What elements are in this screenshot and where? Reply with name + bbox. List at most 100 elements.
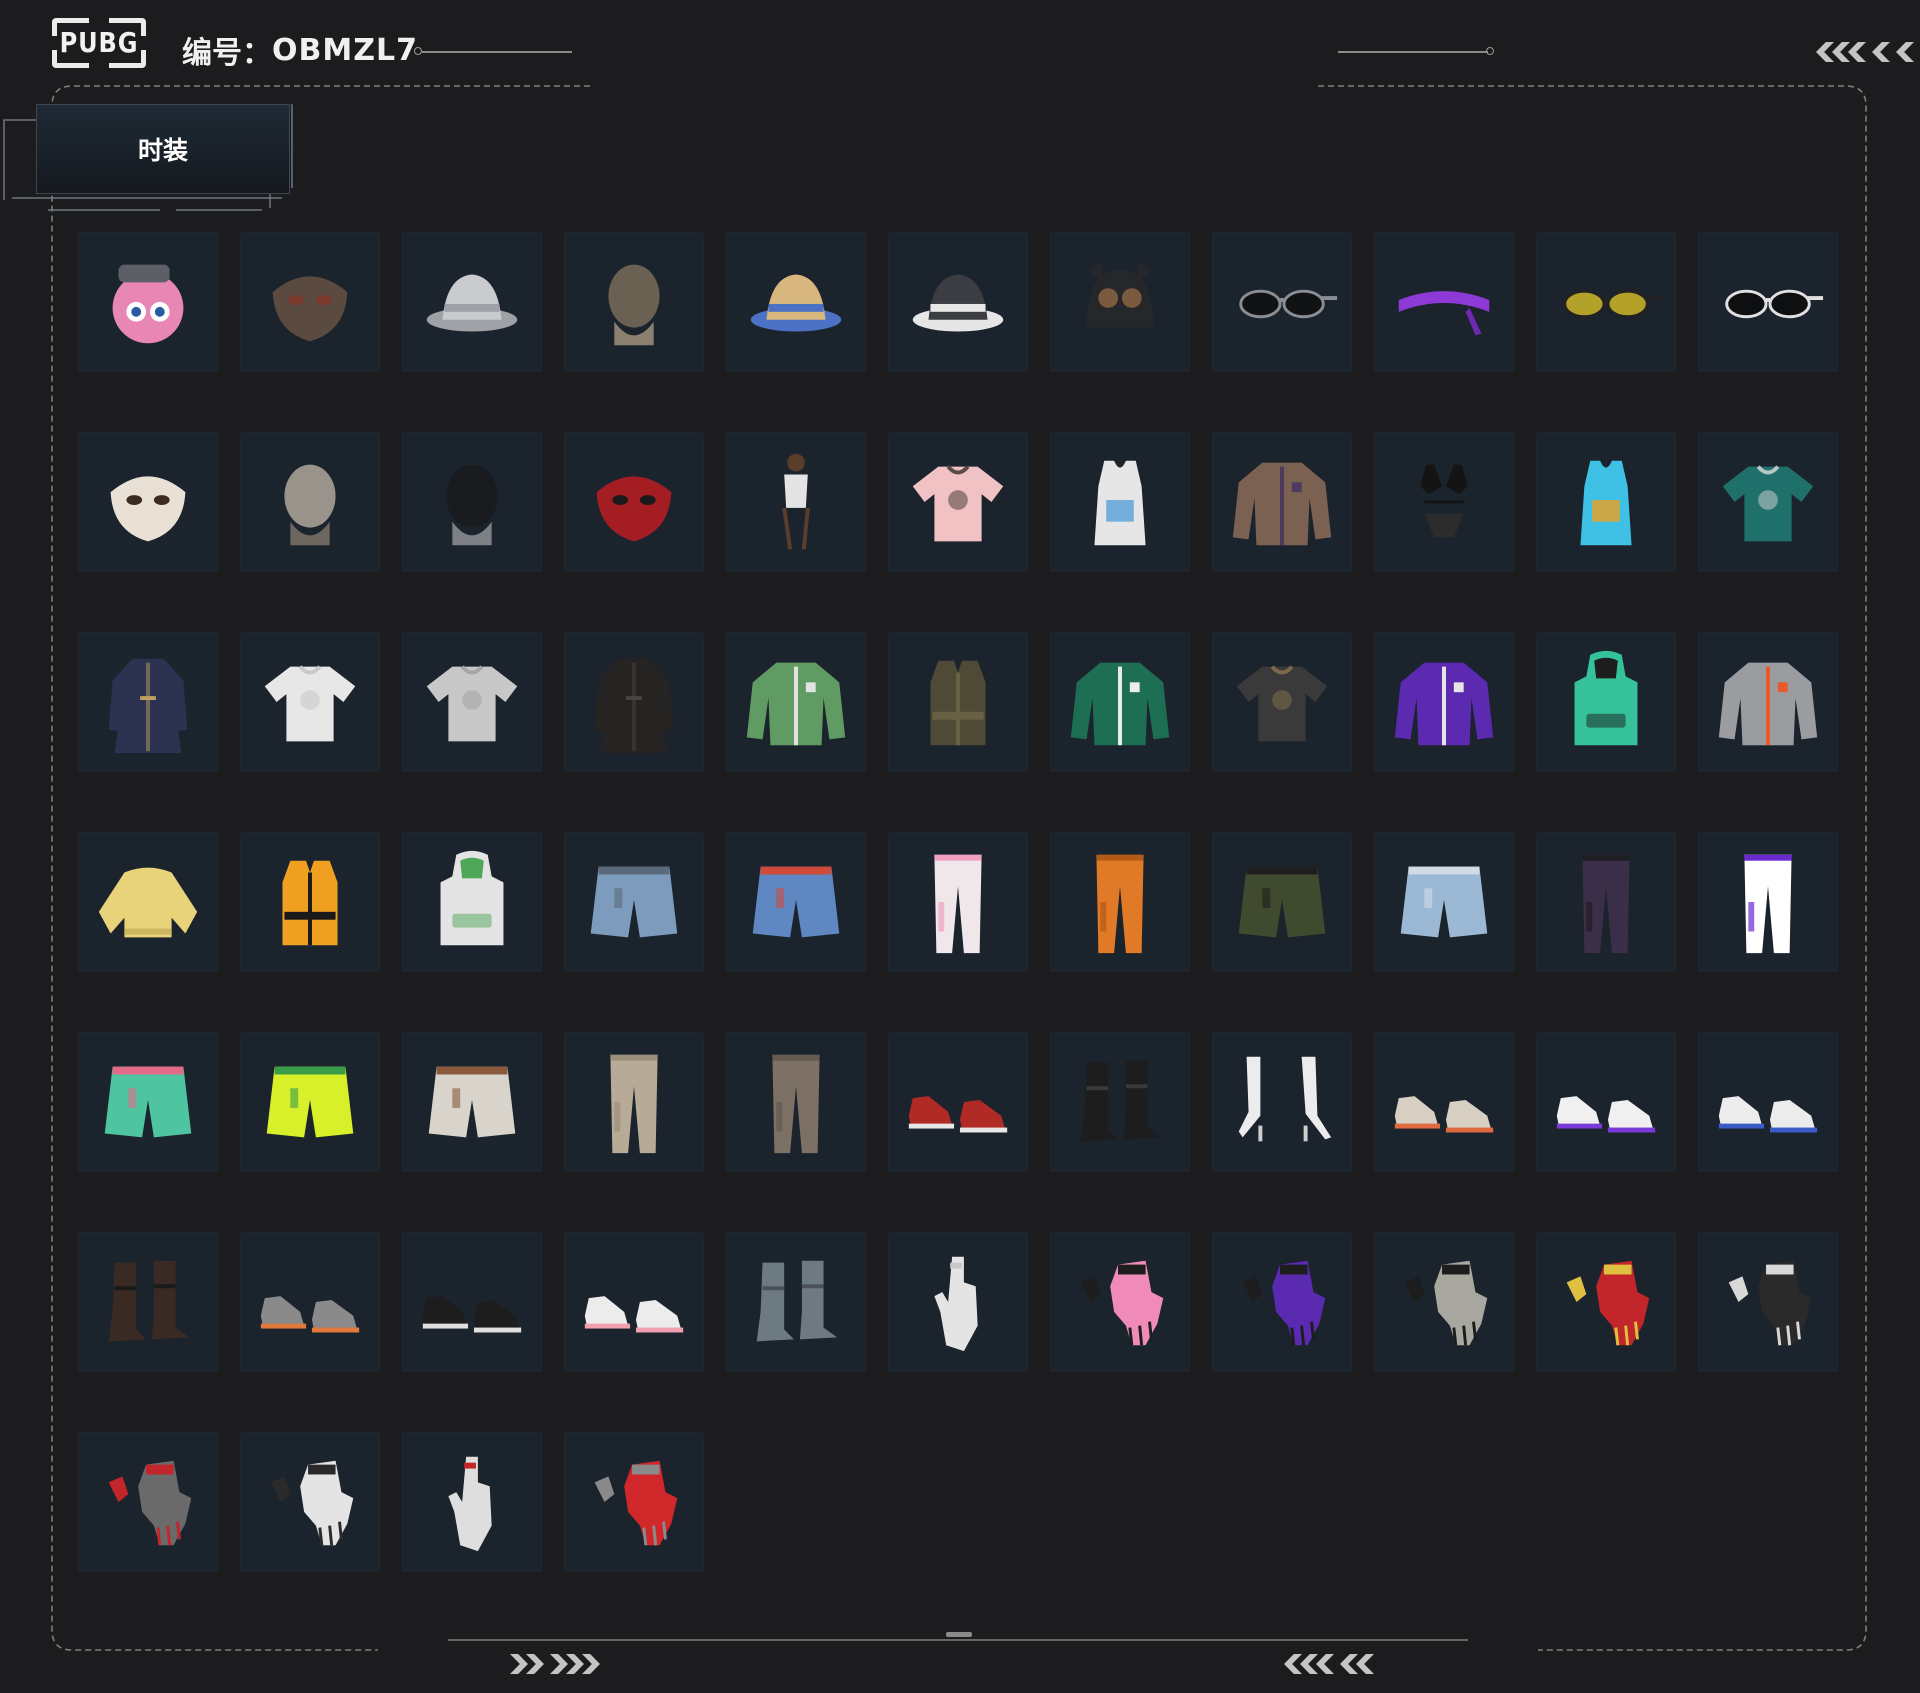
- item-slot[interactable]: [78, 1032, 218, 1172]
- purple-jacket-icon: [1394, 662, 1494, 746]
- item-slot[interactable]: [1050, 232, 1190, 372]
- item-slot[interactable]: [402, 1232, 542, 1372]
- item-slot[interactable]: [1536, 1232, 1676, 1372]
- hawaiian-shirt-icon: [1722, 465, 1814, 542]
- item-slot[interactable]: [726, 232, 866, 372]
- pink-gloves-icon: [1080, 1260, 1164, 1346]
- item-slot[interactable]: [888, 432, 1028, 572]
- item-slot[interactable]: [888, 1032, 1028, 1172]
- white-heels-icon: [1238, 1056, 1332, 1142]
- item-slot[interactable]: [564, 632, 704, 772]
- item-slot[interactable]: [888, 632, 1028, 772]
- item-slot[interactable]: [402, 832, 542, 972]
- item-slot[interactable]: [1050, 1232, 1190, 1372]
- item-slot[interactable]: [1698, 232, 1838, 372]
- item-slot[interactable]: [78, 832, 218, 972]
- cute-mask-icon: [110, 476, 186, 542]
- item-slot[interactable]: [240, 632, 380, 772]
- work-boots-icon: [756, 1260, 838, 1342]
- item-slot[interactable]: [1698, 632, 1838, 772]
- moto-gloves-icon: [594, 1460, 678, 1546]
- item-slot[interactable]: [1212, 1232, 1352, 1372]
- item-slot[interactable]: [402, 1432, 542, 1572]
- item-slot[interactable]: [78, 232, 218, 372]
- item-slot[interactable]: [402, 632, 542, 772]
- item-slot[interactable]: [1536, 232, 1676, 372]
- item-slot[interactable]: [240, 432, 380, 572]
- item-slot[interactable]: [1212, 832, 1352, 972]
- item-slot[interactable]: [564, 432, 704, 572]
- item-slot[interactable]: [564, 1232, 704, 1372]
- item-slot[interactable]: [240, 1432, 380, 1572]
- item-slot[interactable]: [1212, 1032, 1352, 1172]
- tank-top-icon: [1094, 460, 1146, 546]
- item-slot[interactable]: [402, 1032, 542, 1172]
- item-slot[interactable]: [564, 832, 704, 972]
- item-slot[interactable]: [1374, 1032, 1514, 1172]
- chevron-left-icon: [1284, 1654, 1374, 1674]
- item-slot[interactable]: [1536, 632, 1676, 772]
- item-slot[interactable]: [78, 432, 218, 572]
- item-slot[interactable]: [402, 432, 542, 572]
- item-slot[interactable]: [1536, 1032, 1676, 1172]
- item-slot[interactable]: [1212, 232, 1352, 372]
- silver-jacket-icon: [1718, 662, 1818, 746]
- item-slot[interactable]: [1536, 832, 1676, 972]
- laced-boots-icon: [108, 1260, 190, 1342]
- fuzzy-sweater-icon: [98, 867, 198, 938]
- item-slot[interactable]: [1698, 1232, 1838, 1372]
- white-sunglasses-icon: [1725, 289, 1824, 319]
- green-cardigan-icon: [746, 662, 846, 746]
- bracelet-hand-icon: [448, 1456, 492, 1552]
- item-slot[interactable]: [78, 632, 218, 772]
- item-slot[interactable]: [1212, 632, 1352, 772]
- item-slot[interactable]: [564, 1432, 704, 1572]
- item-slot[interactable]: [240, 1032, 380, 1172]
- item-slot[interactable]: [240, 832, 380, 972]
- tab-fashion[interactable]: 时装: [36, 104, 290, 194]
- item-slot[interactable]: [1050, 432, 1190, 572]
- swimsuit-icon: [782, 453, 810, 550]
- item-slot[interactable]: [1698, 1032, 1838, 1172]
- cargo-shorts-icon: [1238, 866, 1326, 938]
- item-slot[interactable]: [1050, 632, 1190, 772]
- item-slot[interactable]: [726, 1032, 866, 1172]
- pink-tshirt-icon: [912, 465, 1004, 542]
- item-slot[interactable]: [1536, 432, 1676, 572]
- white-tshirt-icon: [264, 665, 356, 742]
- item-slot[interactable]: [564, 232, 704, 372]
- item-slot[interactable]: [402, 232, 542, 372]
- item-slot[interactable]: [1374, 832, 1514, 972]
- item-slot[interactable]: [888, 832, 1028, 972]
- item-slot[interactable]: [1050, 1032, 1190, 1172]
- item-slot[interactable]: [726, 832, 866, 972]
- item-slot[interactable]: [1212, 432, 1352, 572]
- shark-hat-icon: [912, 274, 1004, 332]
- leather-coat-icon: [594, 658, 674, 754]
- item-slot[interactable]: [78, 1232, 218, 1372]
- item-slot[interactable]: [78, 1432, 218, 1572]
- item-slot[interactable]: [1698, 832, 1838, 972]
- item-slot[interactable]: [1374, 632, 1514, 772]
- item-slot[interactable]: [1374, 232, 1514, 372]
- bald-head-icon: [284, 464, 336, 546]
- item-slot[interactable]: [240, 1232, 380, 1372]
- item-slot[interactable]: [888, 232, 1028, 372]
- item-slot[interactable]: [1374, 1232, 1514, 1372]
- high-top-sneakers-icon: [1718, 1096, 1818, 1133]
- item-slot[interactable]: [1374, 432, 1514, 572]
- item-slot[interactable]: [726, 632, 866, 772]
- item-slot[interactable]: [1698, 432, 1838, 572]
- tab-fashion-label: 时装: [137, 136, 188, 165]
- item-slot[interactable]: [726, 432, 866, 572]
- item-slot[interactable]: [564, 1032, 704, 1172]
- item-slot[interactable]: [1050, 832, 1190, 972]
- straw-hat-icon: [750, 274, 842, 332]
- red-boots-icon: [908, 1096, 1008, 1133]
- beige-pants-icon: [610, 1054, 658, 1154]
- item-slot[interactable]: [240, 232, 380, 372]
- rag-mask-icon: [272, 276, 348, 342]
- item-slot[interactable]: [888, 1232, 1028, 1372]
- item-slot[interactable]: [726, 1232, 866, 1372]
- pink-joggers-icon: [934, 854, 982, 954]
